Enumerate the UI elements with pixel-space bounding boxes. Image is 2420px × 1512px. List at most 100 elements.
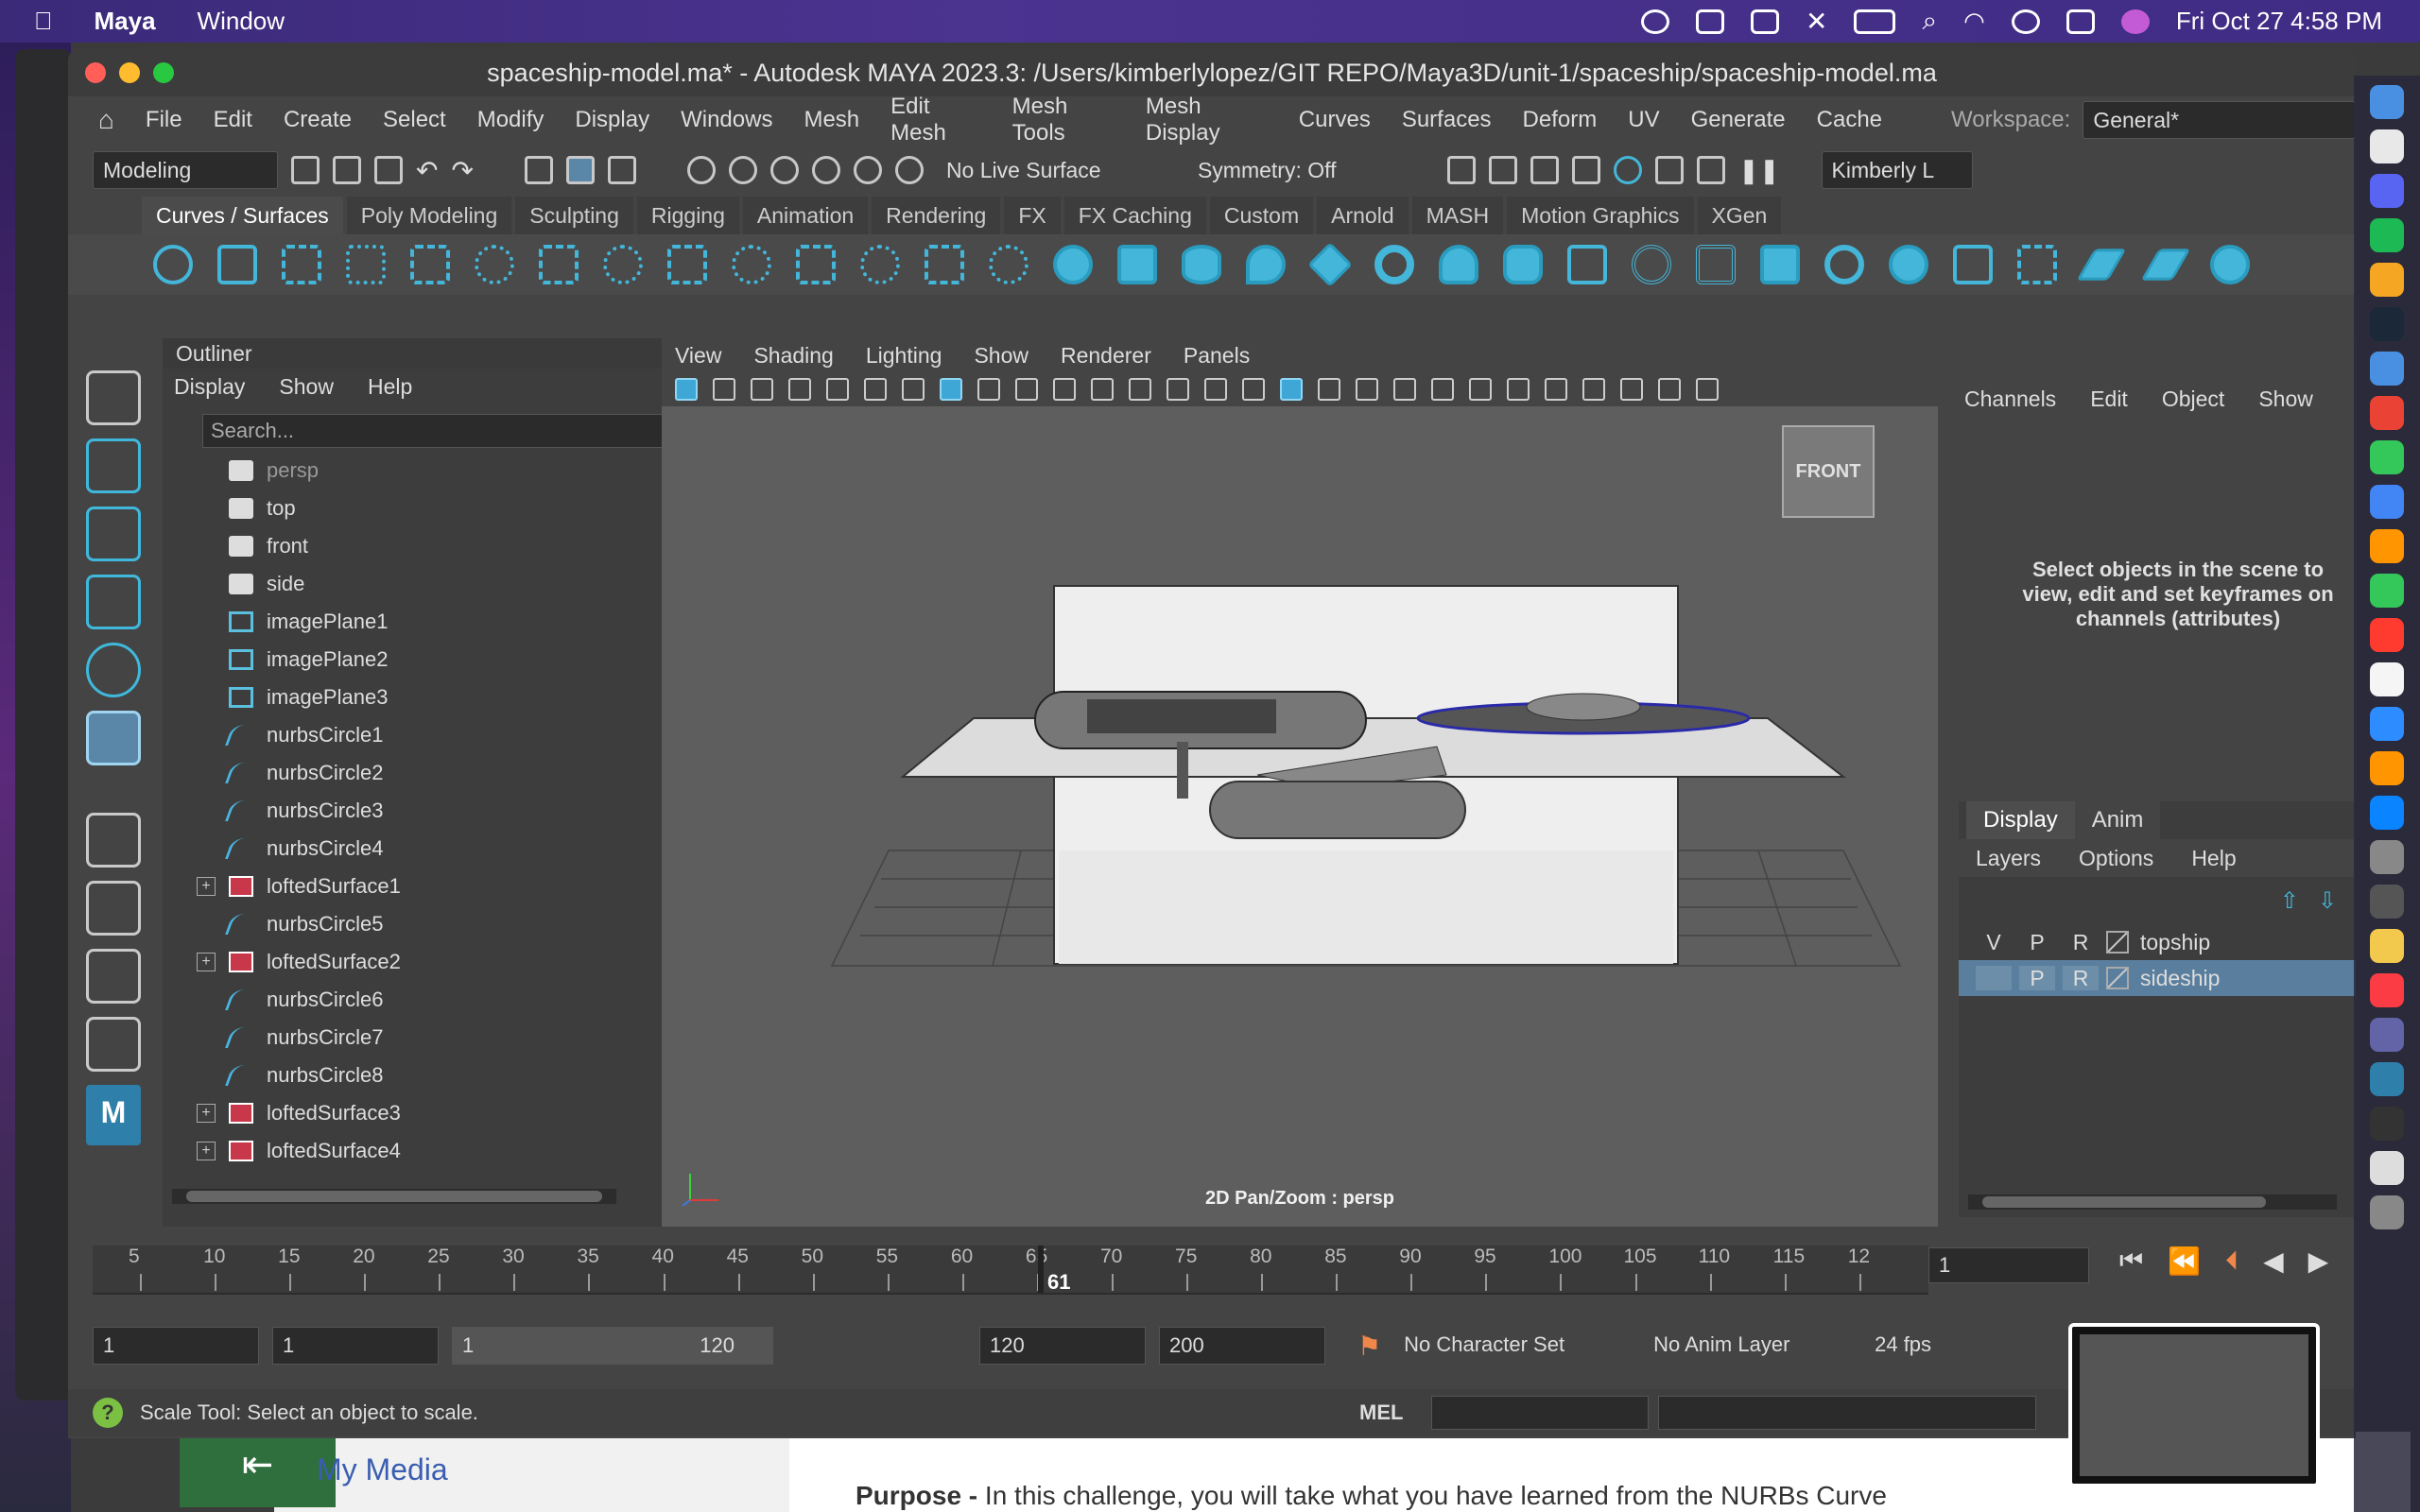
menu-deform[interactable]: Deform (1523, 107, 1598, 133)
snap-vertex-icon[interactable] (894, 156, 924, 184)
birail-icon[interactable] (1696, 245, 1736, 284)
outliner-item[interactable]: imagePlane1 (163, 603, 692, 641)
nurbs-cone-icon[interactable] (1246, 245, 1286, 284)
outliner-hscroll-thumb[interactable] (186, 1191, 602, 1202)
home-icon[interactable]: ⌂ (98, 105, 114, 135)
nurbs-plane-icon[interactable] (1307, 242, 1353, 287)
dock-app-icon[interactable] (2370, 485, 2404, 519)
safe-title-icon[interactable] (1204, 378, 1227, 401)
menu-uv[interactable]: UV (1628, 107, 1659, 133)
menu-mesh[interactable]: Mesh (804, 107, 859, 133)
dock-app-icon[interactable] (2370, 352, 2404, 386)
siri-icon[interactable] (2120, 9, 2150, 34)
dock-app-icon[interactable] (2370, 840, 2404, 874)
attach-curves-icon[interactable] (603, 245, 643, 284)
layer-menu-options[interactable]: Options (2079, 846, 2153, 871)
zoom-button[interactable] (153, 62, 174, 83)
screen-record-icon[interactable] (1640, 9, 1669, 34)
shelf-tab-motion-graphics[interactable]: Motion Graphics (1507, 197, 1694, 234)
dock-app-icon[interactable] (2370, 1151, 2404, 1185)
viewport-menu-show[interactable]: Show (974, 343, 1028, 369)
wireframe-on-shaded-icon[interactable] (1356, 378, 1378, 401)
open-close-surfaces-icon[interactable] (2210, 245, 2250, 284)
arnold-render-icon[interactable] (1654, 156, 1684, 184)
viewport-menu-shading[interactable]: Shading (753, 343, 833, 369)
channel-menu-edit[interactable]: Edit (2090, 387, 2128, 412)
field-chart-icon[interactable] (1129, 378, 1151, 401)
viewport-menu-lighting[interactable]: Lighting (866, 343, 942, 369)
dock-app-icon[interactable] (2370, 85, 2404, 119)
loft-icon[interactable] (1503, 245, 1543, 284)
dock-app-icon[interactable] (2370, 662, 2404, 696)
render-settings-icon[interactable] (1571, 156, 1600, 184)
isolate-select-icon[interactable] (1658, 378, 1681, 401)
select-object-icon[interactable] (565, 156, 595, 184)
render-view-icon[interactable] (1446, 156, 1476, 184)
shelf-tab-mash[interactable]: MASH (1411, 197, 1504, 234)
playback-start-field[interactable]: 1 (272, 1327, 439, 1365)
trim-tool-icon[interactable] (1953, 245, 1993, 284)
image-plane-toggle-icon[interactable] (788, 378, 811, 401)
range-bar[interactable]: 1 120 (452, 1327, 773, 1365)
grid-toggle-icon[interactable] (977, 378, 1000, 401)
menu-mesh-tools[interactable]: Mesh Tools (1012, 94, 1115, 146)
back-arrow-icon[interactable]: ⇤ (180, 1432, 336, 1507)
select-camera-icon[interactable] (675, 378, 698, 401)
shelf-tab-fx-caching[interactable]: FX Caching (1063, 197, 1206, 234)
dock-app-icon[interactable] (2370, 885, 2404, 919)
camera-lock-icon[interactable] (826, 378, 849, 401)
ep-curve-icon[interactable] (410, 245, 450, 284)
menu-generate[interactable]: Generate (1691, 107, 1786, 133)
extrude-icon[interactable] (1632, 245, 1671, 284)
dock-app-icon[interactable] (2370, 1062, 2404, 1096)
single-perspective-layout-icon[interactable] (86, 813, 141, 868)
snap-point-icon[interactable] (769, 156, 799, 184)
dock-app-icon[interactable] (2370, 129, 2404, 163)
four-view-layout-icon[interactable] (86, 881, 141, 936)
hypershade-icon[interactable] (1613, 156, 1642, 184)
outliner-hscrollbar[interactable] (172, 1189, 616, 1204)
dock-app-icon[interactable] (2370, 574, 2404, 608)
viewport-menu-view[interactable]: View (675, 343, 721, 369)
step-back-key-icon[interactable]: ⏪ (2168, 1246, 2201, 1277)
battery-icon[interactable] (1854, 9, 1896, 34)
use-all-lights-icon[interactable] (1431, 378, 1454, 401)
layer-visibility-toggle[interactable] (1976, 966, 2012, 990)
bluetooth-icon[interactable]: ✕ (1806, 6, 1827, 37)
channel-menu-object[interactable]: Object (2162, 387, 2224, 412)
layer-row-selected[interactable]: P R sideship (1959, 960, 2356, 996)
menu-select[interactable]: Select (383, 107, 446, 133)
clock[interactable]: Fri Oct 27 4:58 PM (2176, 7, 2382, 36)
ipr-render-icon[interactable] (1530, 156, 1559, 184)
new-scene-icon[interactable] (291, 156, 320, 184)
two-d-pan-zoom-icon[interactable] (902, 378, 925, 401)
bevel-plus-icon[interactable] (1760, 245, 1800, 284)
timeline-ruler[interactable]: 5 10 15 20 25 30 35 40 45 50 55 60 65 70 75 80 85 90 95 100… (93, 1246, 1928, 1295)
expand-icon[interactable]: + (197, 1104, 216, 1123)
close-button[interactable] (85, 62, 106, 83)
outliner-item[interactable]: nurbsCircle5 (163, 905, 692, 943)
safe-action-icon[interactable] (1167, 378, 1189, 401)
app-menu[interactable]: Maya (95, 7, 156, 36)
dock-app-icon[interactable] (2370, 1195, 2404, 1229)
wireframe-icon[interactable] (1242, 378, 1265, 401)
command-line-input[interactable] (1431, 1396, 1650, 1430)
menuset-dropdown[interactable]: Modeling (93, 151, 278, 189)
grease-pencil-icon[interactable] (864, 378, 887, 401)
view-cube[interactable]: FRONT (1782, 425, 1875, 518)
layer-playback-toggle[interactable]: P (2019, 930, 2055, 955)
auto-key-icon[interactable]: ⚑ (1357, 1331, 1381, 1362)
menu-file[interactable]: File (146, 107, 182, 133)
outliner-item[interactable]: nurbsCircle2 (163, 754, 692, 792)
current-frame-marker[interactable] (1038, 1246, 1044, 1293)
menu-modify[interactable]: Modify (477, 107, 544, 133)
animation-end-field[interactable]: 200 (1159, 1327, 1325, 1365)
menu-windows[interactable]: Windows (681, 107, 772, 133)
undo-icon[interactable]: ↶ (416, 155, 438, 186)
layer-visibility-toggle[interactable]: V (1976, 930, 2012, 955)
layer-color-swatch[interactable] (2106, 931, 2129, 954)
shelf-tab-custom[interactable]: Custom (1209, 197, 1314, 234)
snap-view-icon[interactable] (811, 156, 840, 184)
resolution-gate-icon[interactable] (1053, 378, 1076, 401)
dock-app-icon[interactable] (2370, 440, 2404, 474)
